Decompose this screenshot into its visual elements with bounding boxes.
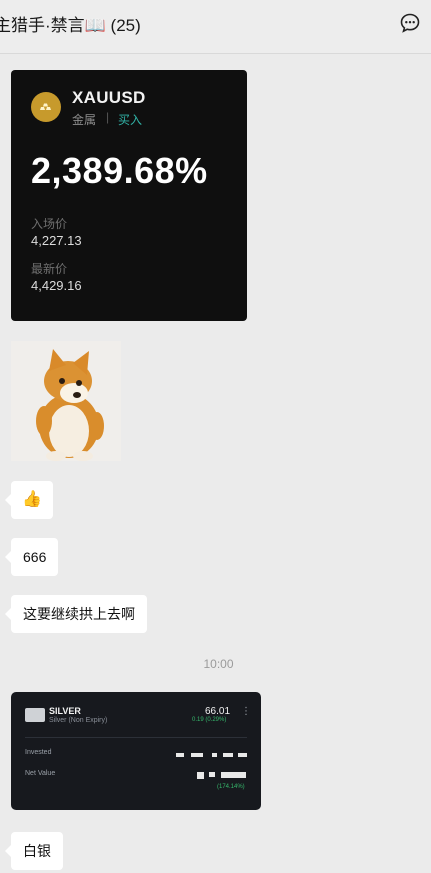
trade-symbol: XAUUSD	[72, 88, 146, 107]
trade-category: 金属	[72, 113, 97, 127]
redaction-mark	[176, 753, 184, 757]
corgi-sticker[interactable]	[11, 341, 121, 461]
message-bubble-666[interactable]: 666	[4, 538, 59, 576]
trade-screenshot-card[interactable]: XAUUSD 金属 | 买入 2,389.68% 入场价 4,227.13 最新…	[11, 70, 247, 321]
redaction-mark	[197, 772, 204, 779]
pnl-percent: 2,389.68%	[31, 150, 208, 191]
divider	[25, 737, 247, 738]
net-value-label: Net Value	[25, 770, 56, 777]
thumbs-up-icon: 👍	[22, 491, 42, 508]
silver-change: 0.19 (0.29%)	[192, 717, 227, 723]
redaction-mark	[223, 753, 233, 757]
gold-bars-icon	[31, 92, 61, 122]
redaction-mark	[212, 753, 217, 757]
entry-price-value: 4,227.13	[31, 233, 82, 248]
entry-price-label: 入场价	[31, 217, 68, 231]
silver-subtitle: Silver (Non Expiry)	[49, 717, 108, 724]
redaction-mark	[209, 772, 215, 777]
silver-name: SILVER	[49, 706, 81, 716]
chat-title: 主猎手·禁言📖 (25)	[0, 16, 141, 35]
redaction-mark	[238, 753, 247, 757]
latest-price-label: 最新价	[31, 262, 68, 276]
redaction-mark	[191, 753, 203, 757]
message-bubble-silver[interactable]: 白银	[5, 832, 63, 870]
message-timestamp: 10:00	[203, 657, 234, 671]
message-bubble-keep-rising[interactable]: 这要继续拱上去啊	[5, 595, 147, 633]
trade-side: 买入	[118, 113, 143, 127]
silver-position-card[interactable]: SILVER Silver (Non Expiry) 66.01 0.19 (0…	[11, 692, 261, 810]
message-bubble-thumbs-up[interactable]: 👍	[5, 481, 53, 519]
chat-bubble-more-icon[interactable]	[399, 12, 421, 34]
redaction-mark	[221, 772, 246, 778]
kebab-menu-icon[interactable]: ⋮	[241, 706, 251, 717]
latest-price-value: 4,429.16	[31, 278, 82, 293]
silver-bar-icon	[25, 708, 45, 722]
invested-label: Invested	[25, 749, 52, 756]
silver-gain: (174.14%)	[217, 784, 245, 790]
silver-price: 66.01	[205, 706, 231, 717]
trade-separator: |	[106, 110, 110, 124]
chat-header: 主猎手·禁言📖 (25)	[0, 0, 431, 54]
corgi-sticker-image	[36, 349, 104, 461]
